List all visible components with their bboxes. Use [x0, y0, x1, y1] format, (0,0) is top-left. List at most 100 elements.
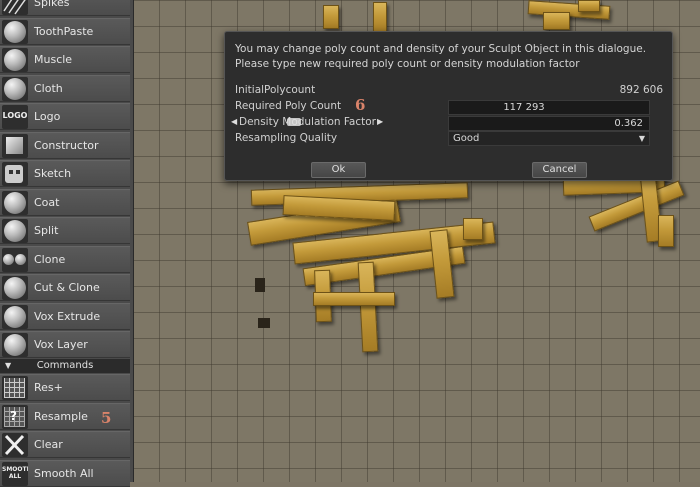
- sketch-icon-part: [16, 170, 20, 174]
- vox-layer-icon-part: [4, 334, 26, 356]
- cloth-icon-part: [4, 77, 26, 100]
- muscle-icon-part: [4, 49, 26, 71]
- cut-clone-icon: [2, 276, 28, 300]
- sketch-icon-part: [9, 170, 13, 174]
- clone-icon-part: [15, 253, 26, 265]
- tool-label: Logo: [34, 110, 61, 123]
- tool-label: Clear: [34, 438, 63, 451]
- logo-icon: LOGO: [2, 105, 28, 129]
- tool-coat[interactable]: Coat: [0, 188, 130, 216]
- tool-panel: Spikes ToothPaste Muscle Cloth LOGO Logo Const…: [0, 0, 134, 487]
- tool-clear[interactable]: Clear: [0, 431, 130, 458]
- tool-constructor[interactable]: Constructor: [0, 131, 130, 159]
- required-poly-count-value: 117 293: [503, 102, 545, 113]
- resampling-quality-select[interactable]: Good ▼: [448, 131, 650, 146]
- density-decrease-arrow-icon[interactable]: ◀: [231, 117, 237, 126]
- plank: [373, 2, 387, 32]
- tool-label: ToothPaste: [34, 24, 94, 38]
- split-icon-part: [4, 220, 26, 242]
- resample-dialog: You may change poly count and density of…: [224, 31, 673, 181]
- tool-vox-layer[interactable]: Vox Layer: [0, 331, 130, 358]
- required-poly-count-label: Required Poly Count: [235, 100, 342, 112]
- tool-muscle[interactable]: Muscle: [0, 46, 130, 73]
- debris: [255, 278, 265, 292]
- tool-logo[interactable]: LOGO Logo: [0, 103, 130, 130]
- tool-smooth-all[interactable]: SMOOTH ALL Smooth All: [0, 459, 130, 487]
- tool-toothpaste[interactable]: ToothPaste: [0, 17, 130, 45]
- spikes-icon-part: [3, 0, 26, 15]
- initial-polycount-label: InitialPolycount: [235, 84, 316, 96]
- tool-label: Cut & Clone: [34, 281, 100, 294]
- logo-icon-part: LOGO: [2, 111, 28, 120]
- step-badge-5: 5: [101, 409, 112, 427]
- tool-split[interactable]: Split: [0, 217, 130, 244]
- chevron-down-icon[interactable]: ▼: [639, 132, 645, 145]
- commands-section-header[interactable]: ▼ Commands: [0, 359, 130, 373]
- coat-icon-part: [4, 191, 26, 214]
- smooth-all-icon-part: SMOOTH ALL: [2, 465, 28, 480]
- tool-label: Res+: [34, 381, 63, 394]
- cancel-button[interactable]: Cancel: [532, 162, 587, 178]
- constructor-icon: [2, 133, 28, 158]
- spikes-icon-part: [3, 0, 26, 15]
- vox-extrude-icon: [2, 304, 28, 329]
- tool-label: Resample: [34, 409, 88, 423]
- tool-sketch[interactable]: Sketch: [0, 160, 130, 187]
- plank: [658, 215, 674, 247]
- commands-header-label: Commands: [36, 360, 94, 371]
- plank: [323, 5, 339, 29]
- vox-layer-icon: [2, 333, 28, 357]
- clear-icon-part: [4, 434, 25, 456]
- tool-label: Vox Extrude: [34, 309, 101, 323]
- tool-label: Cloth: [34, 81, 63, 95]
- sketch-icon-part: [5, 165, 23, 183]
- plank: [313, 292, 395, 306]
- initial-polycount-value: 892 606: [619, 84, 663, 96]
- res-plus-icon: [2, 376, 28, 400]
- split-icon: [2, 219, 28, 243]
- tool-res[interactable]: Res+: [0, 374, 130, 401]
- toothpaste-icon: [2, 19, 28, 44]
- vox-extrude-icon-part: [4, 305, 26, 328]
- tool-label: Split: [34, 224, 59, 237]
- resampling-quality-label: Resampling Quality: [235, 132, 338, 144]
- clear-icon: [2, 433, 28, 457]
- tool-cut-clone[interactable]: Cut & Clone: [0, 274, 130, 301]
- tool-vox-extrude[interactable]: Vox Extrude: [0, 302, 130, 330]
- tool-cloth[interactable]: Cloth: [0, 74, 130, 102]
- density-slider-handle[interactable]: [287, 118, 301, 126]
- resampling-quality-value: Good: [453, 133, 480, 144]
- density-modulation-label: Density Modulation Factor: [239, 116, 377, 128]
- coat-icon: [2, 190, 28, 215]
- clone-icon: [2, 247, 28, 272]
- sketch-icon: [2, 162, 28, 186]
- ok-button[interactable]: Ok: [311, 162, 366, 178]
- dialog-message: You may change poly count and density of…: [235, 43, 647, 70]
- tool-label: Clone: [34, 252, 66, 266]
- tool-label: Coat: [34, 195, 60, 209]
- tool-label: Sketch: [34, 167, 72, 180]
- toothpaste-icon-part: [4, 20, 26, 43]
- tool-label: Smooth All: [34, 466, 94, 480]
- tool-label: Constructor: [34, 138, 99, 152]
- cut-clone-icon-part: [4, 277, 26, 299]
- clear-icon-part: [4, 434, 25, 456]
- density-modulation-input[interactable]: 0.362: [448, 116, 650, 131]
- density-increase-arrow-icon[interactable]: ▶: [377, 117, 383, 126]
- tool-spikes[interactable]: Spikes: [0, 0, 130, 16]
- resample-icon: ?: [2, 404, 28, 429]
- cloth-icon: [2, 76, 28, 101]
- spikes-icon: [2, 0, 28, 15]
- debris: [258, 318, 270, 328]
- muscle-icon: [2, 48, 28, 72]
- resample-icon-part: ?: [10, 408, 17, 423]
- tool-label: Spikes: [34, 0, 70, 9]
- density-modulation-value: 0.362: [614, 118, 643, 129]
- tool-clone[interactable]: Clone: [0, 245, 130, 273]
- clone-icon-part: [3, 253, 14, 265]
- res-plus-icon-part: [4, 378, 25, 398]
- plank: [463, 218, 483, 240]
- tool-label: Muscle: [34, 53, 73, 66]
- required-poly-count-input[interactable]: 117 293: [448, 100, 650, 115]
- step-badge-6: 6: [355, 96, 366, 114]
